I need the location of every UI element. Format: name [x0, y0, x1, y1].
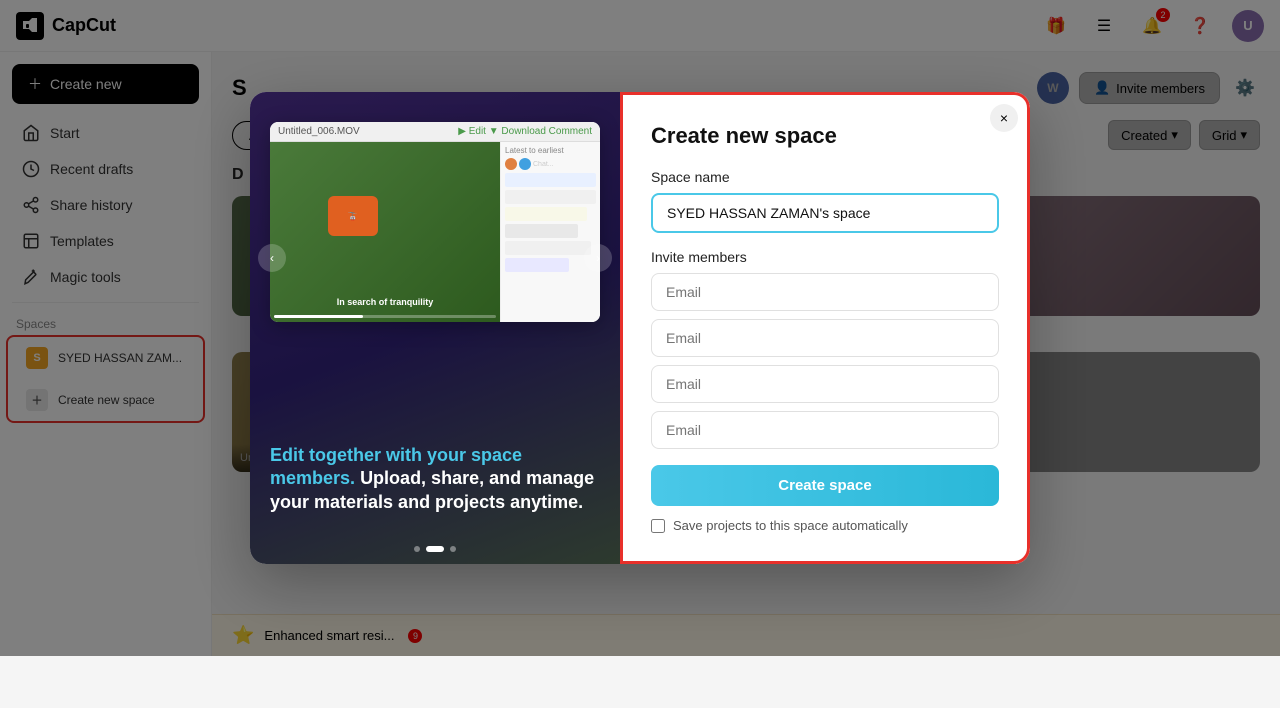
modal-container: Untitled_006.MOV ▶ Edit ▼ Download Comme…	[250, 92, 1030, 564]
dot-3	[450, 546, 456, 552]
modal-left-title: Edit together with your space members. U…	[270, 444, 600, 514]
auto-save-checkbox[interactable]	[651, 519, 665, 533]
email-input-4[interactable]	[651, 411, 999, 449]
modal-overlay[interactable]: Untitled_006.MOV ▶ Edit ▼ Download Comme…	[0, 0, 1280, 656]
email-input-1[interactable]	[651, 273, 999, 311]
email-inputs-group	[651, 273, 999, 449]
invite-members-form-label: Invite members	[651, 249, 999, 265]
mockup-video: 🚡 In search of tranquility	[270, 142, 500, 322]
modal-left-panel: Untitled_006.MOV ▶ Edit ▼ Download Comme…	[250, 92, 620, 564]
modal-form-title: Create new space	[651, 123, 999, 149]
email-input-2[interactable]	[651, 319, 999, 357]
modal-carousel: Untitled_006.MOV ▶ Edit ▼ Download Comme…	[250, 92, 620, 424]
carousel-dots	[250, 534, 620, 564]
mockup-screenshot: Untitled_006.MOV ▶ Edit ▼ Download Comme…	[270, 122, 600, 322]
carousel-prev-button[interactable]: ‹	[258, 244, 286, 272]
space-name-input[interactable]	[651, 193, 999, 233]
dot-1	[414, 546, 420, 552]
auto-save-label: Save projects to this space automaticall…	[673, 518, 908, 533]
create-space-button[interactable]: Create space	[651, 465, 999, 506]
space-name-label: Space name	[651, 169, 999, 185]
dot-2	[426, 546, 444, 552]
carousel-next-button[interactable]: ›	[584, 244, 612, 272]
modal-left-text: Edit together with your space members. U…	[250, 424, 620, 534]
email-input-3[interactable]	[651, 365, 999, 403]
mockup-body: 🚡 In search of tranquility Latest to ear…	[270, 142, 600, 322]
mockup-header: Untitled_006.MOV ▶ Edit ▼ Download Comme…	[270, 122, 600, 142]
modal-close-button[interactable]: ×	[990, 104, 1018, 132]
video-text: In search of tranquility	[337, 297, 434, 307]
mockup-sidebar: Latest to earliest Chat...	[500, 142, 600, 322]
auto-save-row: Save projects to this space automaticall…	[651, 518, 999, 533]
modal-right-panel: × Create new space Space name Invite mem…	[620, 92, 1030, 564]
